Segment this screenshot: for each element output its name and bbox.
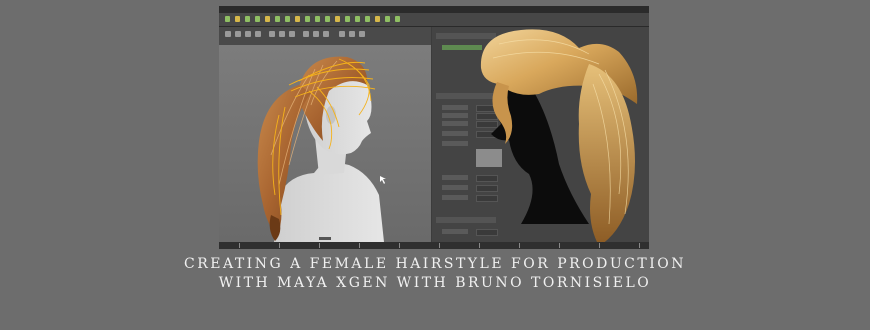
viewport-tool-icon[interactable] [303, 31, 309, 37]
viewport-tool-icon[interactable] [269, 31, 275, 37]
shelf-tool-icon[interactable] [285, 16, 290, 22]
viewport-tool-icon[interactable] [225, 31, 231, 37]
attr-label [442, 175, 468, 180]
viewport-tool-icon[interactable] [235, 31, 241, 37]
shelf-tool-icon[interactable] [325, 16, 330, 22]
time-slider[interactable] [219, 242, 649, 249]
maya-screenshot [219, 6, 649, 249]
timeline-tick [319, 243, 320, 248]
course-title-line-1: CREATING A FEMALE HAIRSTYLE FOR PRODUCTI… [184, 256, 686, 272]
attr-label [442, 195, 468, 200]
viewport-tool-icon[interactable] [313, 31, 319, 37]
shelf-tool-icon[interactable] [225, 16, 230, 22]
attr-label [442, 113, 468, 118]
timeline-tick [279, 243, 280, 248]
viewport-tool-icon[interactable] [255, 31, 261, 37]
shelf-tool-icon[interactable] [255, 16, 260, 22]
attr-label [442, 229, 468, 234]
shelf-tool-icon[interactable] [295, 16, 300, 22]
shelf-tool-icon[interactable] [375, 16, 380, 22]
shelf-tool-icon[interactable] [305, 16, 310, 22]
viewport-tool-icon[interactable] [339, 31, 345, 37]
shelf-tool-icon[interactable] [385, 16, 390, 22]
viewport-tool-icon[interactable] [323, 31, 329, 37]
course-title-line-2: WITH MAYA XGEN WITH BRUNO TORNISIELO [218, 275, 652, 291]
viewport-tool-icon[interactable] [359, 31, 365, 37]
rendered-hairstyle [480, 29, 638, 246]
attr-label [442, 185, 468, 190]
timeline-tick [359, 243, 360, 248]
shelf-tool-icon[interactable] [355, 16, 360, 22]
viewport-tool-icon[interactable] [279, 31, 285, 37]
viewport-toolbar[interactable] [219, 27, 431, 46]
viewport-tool-icon[interactable] [245, 31, 251, 37]
timeline-tick [639, 243, 640, 248]
shelf-tool-icon[interactable] [365, 16, 370, 22]
shelf-tool-icon[interactable] [235, 16, 240, 22]
timeline-tick [599, 243, 600, 248]
timeline-tick [239, 243, 240, 248]
attr-label [442, 131, 468, 136]
viewport-label-marker [319, 237, 331, 240]
shelf-tool-icon[interactable] [335, 16, 340, 22]
shelf-tool-icon[interactable] [345, 16, 350, 22]
shelf-tool-icon[interactable] [395, 16, 400, 22]
viewport-tool-icon[interactable] [289, 31, 295, 37]
shelf-tool-icon[interactable] [265, 16, 270, 22]
timeline-tick [479, 243, 480, 248]
timeline-tick [439, 243, 440, 248]
timeline-tick [399, 243, 400, 248]
shelf-tool-icon[interactable] [245, 16, 250, 22]
mouse-cursor-icon [380, 176, 386, 184]
timeline-tick [519, 243, 520, 248]
viewport-tool-icon[interactable] [349, 31, 355, 37]
attr-label [442, 105, 468, 110]
maya-menubar[interactable] [219, 6, 649, 13]
maya-viewport[interactable] [219, 45, 431, 242]
timeline-tick [559, 243, 560, 248]
shelf-tool-icon[interactable] [315, 16, 320, 22]
mannequin-with-hair-guides [257, 56, 386, 242]
attr-label [442, 141, 468, 146]
attr-label [442, 121, 468, 126]
shelf-tool-icon[interactable] [275, 16, 280, 22]
